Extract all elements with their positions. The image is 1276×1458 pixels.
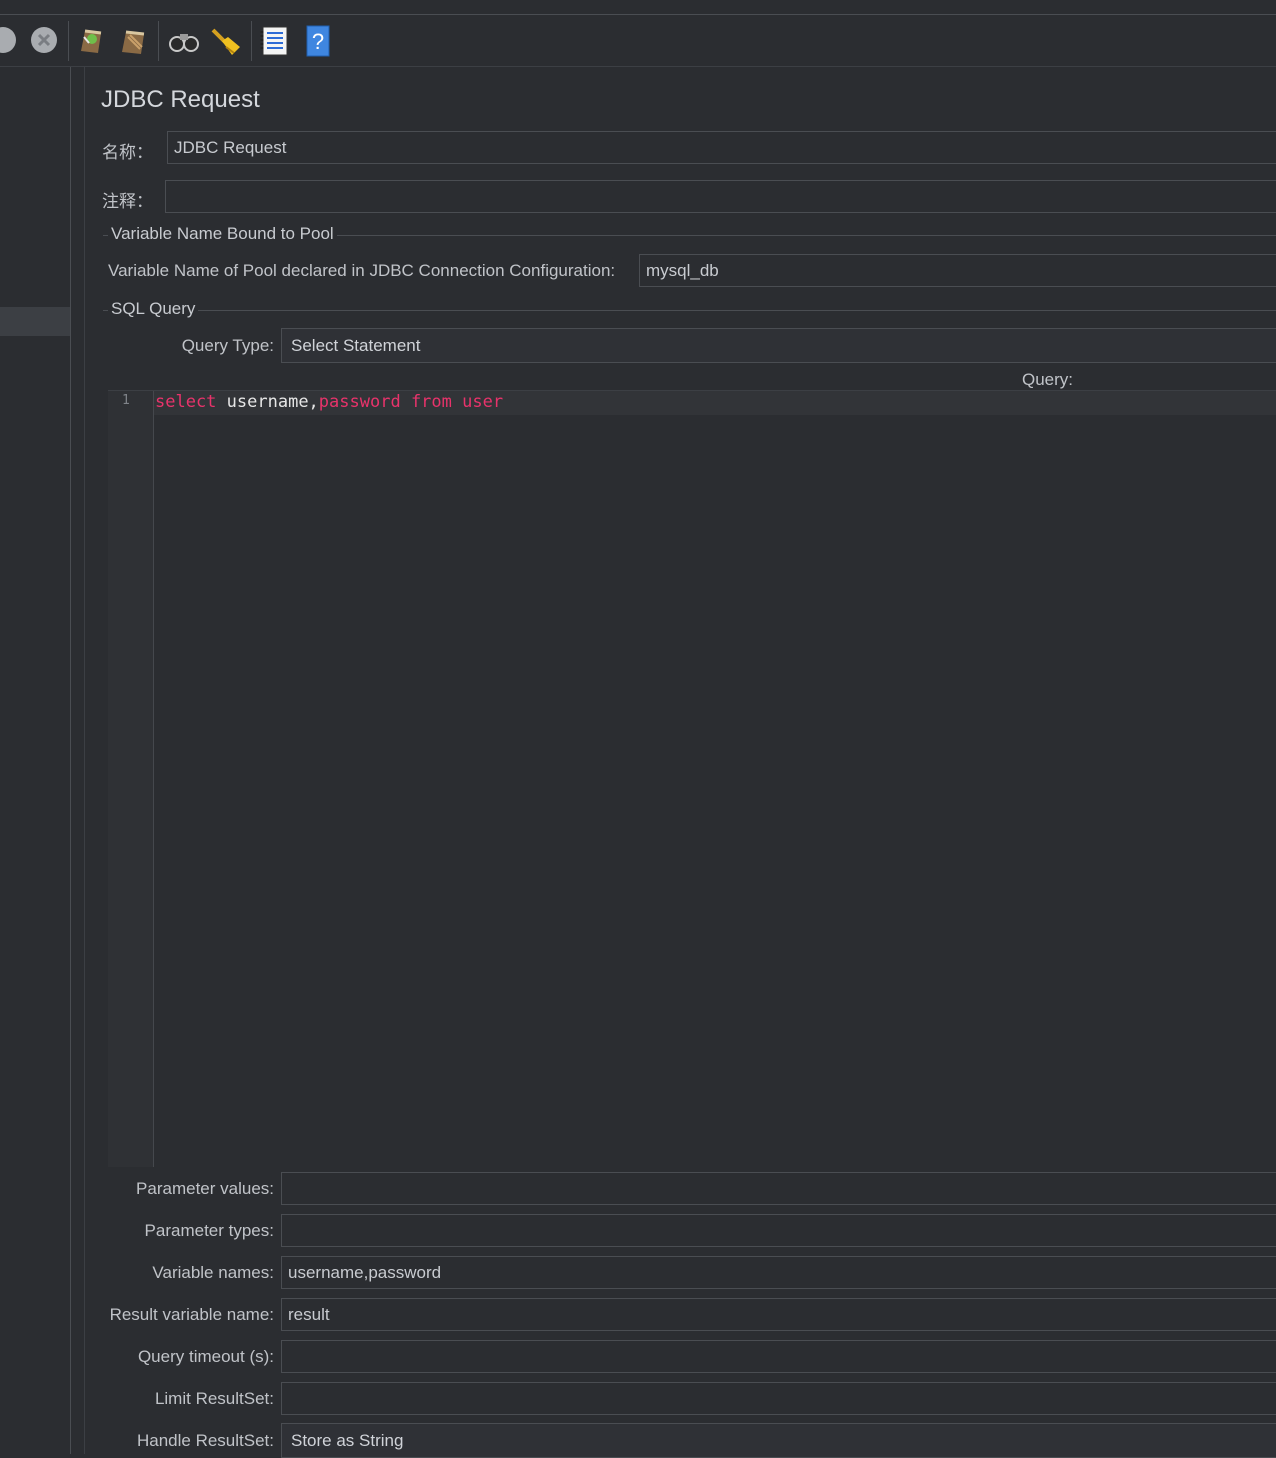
sql-keyword-select: select [155, 392, 217, 412]
comment-label: 注释： [102, 192, 153, 211]
toolbar: ? [0, 15, 1276, 67]
pool-group-title: Variable Name Bound to Pool [108, 224, 337, 244]
variable-names-field[interactable] [281, 1256, 1276, 1289]
clear-icon[interactable] [76, 25, 106, 55]
query-label: Query: [1022, 370, 1074, 389]
sql-keyword-from: from [410, 392, 452, 412]
variable-names-label: Variable names: [152, 1263, 274, 1282]
parameter-types-label: Parameter types: [144, 1221, 274, 1240]
shutdown-icon[interactable] [29, 25, 59, 55]
sql-code-line[interactable]: select username,password from user [155, 390, 503, 414]
query-timeout-label: Query timeout (s): [137, 1347, 274, 1366]
page-title: JDBC Request [101, 86, 260, 113]
limit-resultset-label: Limit ResultSet: [154, 1389, 274, 1408]
editor-gutter: 1 [108, 391, 154, 1167]
svg-text:?: ? [312, 29, 324, 54]
window-top-strip [0, 0, 1276, 15]
toolbar-separator [158, 21, 159, 61]
pool-variable-field[interactable] [639, 254, 1276, 287]
sql-table-name: user [462, 392, 504, 412]
split-pane-divider[interactable] [71, 67, 150, 1454]
comment-field[interactable] [165, 180, 1276, 213]
name-field[interactable] [167, 131, 1276, 164]
handle-resultset-label: Handle ResultSet: [136, 1431, 274, 1450]
sql-query-editor[interactable]: 1 select username,password from user [108, 390, 1276, 1167]
help-icon[interactable]: ? [304, 25, 334, 57]
toolbar-separator [68, 21, 69, 61]
sql-identifier: username, [226, 392, 319, 412]
function-helper-icon[interactable] [259, 25, 289, 56]
query-timeout-field[interactable] [281, 1340, 1276, 1373]
reset-search-icon[interactable] [210, 25, 240, 55]
line-number: 1 [122, 393, 130, 408]
search-icon[interactable] [168, 25, 199, 55]
handle-resultset-select[interactable]: Store as String [281, 1423, 1276, 1458]
sql-group-border [103, 310, 1276, 311]
parameter-values-label: Parameter values: [136, 1179, 274, 1198]
result-variable-field[interactable] [281, 1298, 1276, 1331]
sql-identifier-password: password [318, 392, 401, 412]
limit-resultset-field[interactable] [281, 1382, 1276, 1415]
tree-sidebar[interactable] [0, 67, 70, 1454]
sql-group-title: SQL Query [108, 299, 199, 319]
stop-icon[interactable] [0, 25, 18, 55]
name-label: 名称： [102, 143, 153, 162]
parameter-values-field[interactable] [281, 1172, 1276, 1205]
query-type-select[interactable]: Select Statement [281, 328, 1276, 363]
clear-all-icon[interactable] [118, 25, 148, 55]
selected-tree-node[interactable] [0, 307, 70, 336]
pool-variable-label: Variable Name of Pool declared in JDBC C… [108, 261, 616, 280]
query-type-label: Query Type: [181, 336, 274, 355]
toolbar-separator [251, 21, 252, 61]
parameter-types-field[interactable] [281, 1214, 1276, 1247]
result-variable-label: Result variable name: [109, 1305, 274, 1324]
